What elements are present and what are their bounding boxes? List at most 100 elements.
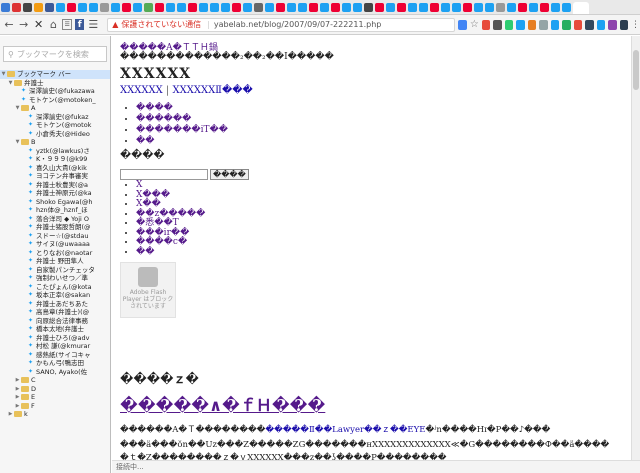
bookmark-folder[interactable]: ▶ E <box>0 393 110 402</box>
extension-icon[interactable] <box>539 19 548 30</box>
bookmark-item[interactable]: ✦ モトケン(@motok <box>0 121 110 130</box>
tab-favicon[interactable] <box>518 2 527 12</box>
side-link[interactable]: X�� <box>136 199 161 209</box>
bookmark-item[interactable]: ✦ 弁護士 野田隼人 <box>0 257 110 266</box>
bookmark-item[interactable]: ✦ 深澤諭史(@fukaz <box>0 113 110 122</box>
bookmark-item[interactable]: ✦ 弁護士秋豊実(@a <box>0 181 110 190</box>
nav-link[interactable]: XXXXXXⅡ��� <box>172 85 252 96</box>
flash-placeholder[interactable]: Adobe Flash Player はブロックされています <box>120 262 176 318</box>
bookmark-item[interactable]: ✦ 坂本正幸(@sakan <box>0 291 110 300</box>
site-search-input[interactable] <box>120 169 208 180</box>
tab-favicon[interactable] <box>507 2 516 12</box>
tab-favicon[interactable] <box>430 2 439 12</box>
tab-favicon[interactable] <box>496 2 505 12</box>
extension-icon[interactable] <box>527 19 537 30</box>
tab-favicon[interactable] <box>562 2 571 12</box>
bookmark-item[interactable]: ✦ Shoko Egawa(@h <box>0 198 110 207</box>
facebook-icon[interactable]: f <box>75 19 85 30</box>
extension-icon[interactable] <box>481 19 491 30</box>
tab-favicon[interactable] <box>309 2 318 12</box>
side-link[interactable]: �� <box>136 247 154 257</box>
tab-favicon[interactable] <box>397 2 406 12</box>
menu-icon[interactable]: ☰ <box>87 18 99 32</box>
extension-icon[interactable] <box>619 19 628 30</box>
side-link[interactable]: ��z����� <box>136 209 205 219</box>
tab-favicon[interactable] <box>23 2 32 12</box>
bookmark-item[interactable]: ✦ SANO, Ayako(佐 <box>0 368 110 377</box>
star-icon[interactable]: ☆ <box>470 19 479 30</box>
extension-icon[interactable] <box>562 19 571 30</box>
bookmark-search-input[interactable]: ⚲ ブックマークを検索 <box>3 46 107 62</box>
chevron-right-icon[interactable]: ▶ <box>14 376 21 385</box>
tab-favicon[interactable] <box>540 2 549 12</box>
bookmark-item[interactable]: ✦ 弁護士ひろ(@adv <box>0 334 110 343</box>
bookmark-item[interactable]: ✦ hzn体@_hznf_ほ <box>0 206 110 215</box>
tab-favicon[interactable] <box>78 2 87 12</box>
bookmark-item[interactable]: ✦ 強制わいせつ／準 <box>0 274 110 283</box>
tab-favicon[interactable] <box>298 2 307 12</box>
bookmark-item[interactable]: ✦ ヨコテン弁事審実 <box>0 172 110 181</box>
tab-favicon[interactable] <box>188 2 197 12</box>
bookmark-folder[interactable]: ▶ D <box>0 385 110 394</box>
tab-favicon[interactable] <box>287 2 296 12</box>
bookmark-item[interactable]: ✦ とりなお(@naotar <box>0 249 110 258</box>
tab-favicon[interactable] <box>45 2 54 12</box>
bookmark-item[interactable]: ✦ 弁護士神原元(@ka <box>0 189 110 198</box>
address-bar[interactable]: ▲ 保護されていない通信 | yabelab.net/blog/2007/09/… <box>107 17 456 32</box>
side-link[interactable]: ����c� <box>136 237 187 247</box>
nav-link[interactable]: XXXXXX <box>120 85 163 96</box>
menu-link[interactable]: ���� <box>136 103 173 113</box>
tab-favicon[interactable] <box>529 2 538 12</box>
tab-favicon[interactable] <box>485 2 494 12</box>
chevron-right-icon[interactable]: ▶ <box>14 393 21 402</box>
tab-favicon[interactable] <box>254 2 263 12</box>
active-tab[interactable] <box>573 1 589 14</box>
tab-favicon[interactable] <box>199 2 208 12</box>
extension-icon[interactable] <box>493 19 502 30</box>
tab-favicon[interactable] <box>463 2 472 12</box>
tab-favicon[interactable] <box>452 2 461 12</box>
bookmark-sidebar-icon[interactable]: ☰ <box>62 19 73 30</box>
extension-icon[interactable] <box>608 19 617 30</box>
chevron-down-icon[interactable]: ▼ <box>7 79 14 88</box>
tab-favicon[interactable] <box>408 2 417 12</box>
tab-favicon[interactable] <box>89 2 98 12</box>
page-scrollbar[interactable] <box>631 36 640 460</box>
bookmark-folder[interactable]: ▼ B <box>0 138 110 147</box>
bookmark-item[interactable]: ✦ サイヌ(@uwaaaa <box>0 240 110 249</box>
back-icon[interactable]: ← <box>3 18 15 32</box>
bookmark-item[interactable]: ✦ 小倉秀夫(@Hideo <box>0 130 110 139</box>
extension-icon[interactable] <box>504 19 514 30</box>
bookmark-item[interactable]: ✦ 弁護士猪股哲朗(@ <box>0 223 110 232</box>
tab-favicon[interactable] <box>265 2 274 12</box>
extension-icon[interactable] <box>596 19 606 30</box>
bookmark-item[interactable]: ✦ かもん弓(鴨志田 <box>0 359 110 368</box>
chevron-down-icon[interactable]: ▼ <box>14 138 21 147</box>
chevron-right-icon[interactable]: ▶ <box>14 385 21 394</box>
site-search-button[interactable]: ���� <box>210 169 249 180</box>
tab-favicon[interactable] <box>111 2 120 12</box>
bookmark-item[interactable]: ✦ こたぴょん(@kota <box>0 283 110 292</box>
bookmark-item[interactable]: ✦ K・９９９(@k99 <box>0 155 110 164</box>
tab-favicon[interactable] <box>232 2 241 12</box>
article-title-link[interactable]: �����∧�ｆＨ��� <box>120 392 325 416</box>
expand-arrow-icon[interactable]: ▼ <box>0 70 7 79</box>
bookmark-folder[interactable]: ▶ C <box>0 376 110 385</box>
tab-favicon[interactable] <box>166 2 175 12</box>
bookmark-item[interactable]: ✦ スドー☆(@stdau <box>0 232 110 241</box>
bookmark-item[interactable]: ✦ モトケン(@motoken_ <box>0 96 110 105</box>
tab-favicon[interactable] <box>342 2 351 12</box>
tab-favicon[interactable] <box>375 2 384 12</box>
security-warning[interactable]: 保護されていない通信 <box>121 19 201 30</box>
lawyer-eye-link[interactable]: �����Ⅱ��Lawyer��ｚ��EYE <box>265 425 425 435</box>
tab-favicon[interactable] <box>12 2 21 12</box>
bookmark-item[interactable]: ✦ 深澤諭史(@fukazawa <box>0 87 110 96</box>
bookmark-item[interactable]: ✦ 村松 謙(@kmurar <box>0 342 110 351</box>
scrollbar-thumb[interactable] <box>633 50 639 90</box>
home-icon[interactable]: ⌂ <box>48 18 60 32</box>
side-link[interactable]: ���ir�� <box>136 228 189 238</box>
tab-favicon[interactable] <box>419 2 428 12</box>
chevron-right-icon[interactable]: ▶ <box>14 402 21 411</box>
tab-favicon[interactable] <box>364 2 373 12</box>
tab-favicon[interactable] <box>122 2 131 12</box>
